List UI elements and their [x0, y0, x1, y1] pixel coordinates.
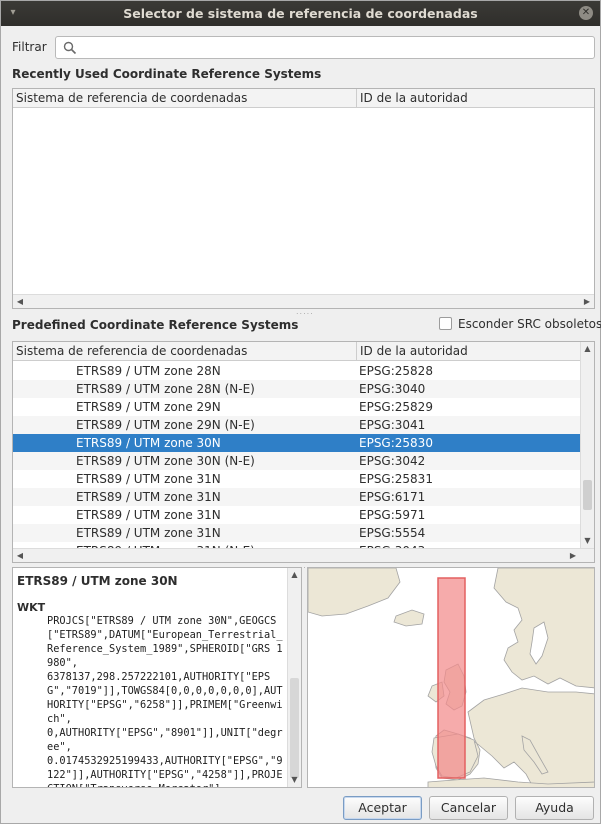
scroll-right-icon[interactable]: ▶ — [566, 549, 580, 562]
crs-row-list: ETRS89 / UTM zone 28N EPSG:25828 ETRS89 / … — [13, 362, 580, 549]
recent-col-authority[interactable]: ID de la autoridad — [356, 89, 594, 108]
scroll-right-icon[interactable]: ▶ — [580, 295, 594, 308]
crs-row-authority-id: EPSG:3042 — [359, 454, 426, 468]
recent-horizontal-scrollbar[interactable]: ◀ ▶ — [13, 294, 594, 308]
splitter-handle[interactable]: ..... — [296, 307, 314, 316]
crs-row-name: ETRS89 / UTM zone 31N — [76, 508, 221, 522]
predefined-horizontal-scrollbar[interactable]: ◀ ▶ — [13, 548, 594, 562]
crs-row[interactable]: ETRS89 / UTM zone 31N EPSG:5554 — [13, 524, 580, 542]
crs-row-authority-id: EPSG:25829 — [359, 400, 433, 414]
recent-col-crs[interactable]: Sistema de referencia de coordenadas — [13, 89, 357, 108]
hide-deprecated-checkbox[interactable] — [439, 317, 452, 330]
crs-row-name: ETRS89 / UTM zone 31N — [76, 472, 221, 486]
predefined-table-header: Sistema de referencia de coordenadas ID … — [13, 342, 580, 361]
crs-row-authority-id: EPSG:3040 — [359, 382, 426, 396]
predefined-vertical-scrollbar[interactable]: ▲ ▼ — [580, 342, 594, 548]
wkt-heading: WKT — [17, 601, 46, 614]
filter-input[interactable] — [82, 39, 590, 56]
wkt-text: PROJCS["ETRS89 / UTM zone 30N",GEOGCS["E… — [47, 615, 283, 787]
crs-row[interactable]: ETRS89 / UTM zone 30N EPSG:25830 — [13, 434, 580, 452]
accept-button[interactable]: Aceptar — [343, 796, 422, 820]
crs-row-name: ETRS89 / UTM zone 31N — [76, 526, 221, 540]
predefined-heading: Predefined Coordinate Reference Systems — [12, 318, 299, 332]
help-button[interactable]: Ayuda — [515, 796, 594, 820]
crs-row-name: ETRS89 / UTM zone 30N — [76, 436, 221, 450]
scroll-thumb[interactable] — [290, 678, 299, 778]
crs-row[interactable]: ETRS89 / UTM zone 28N EPSG:25828 — [13, 362, 580, 380]
close-icon[interactable]: ✕ — [579, 6, 593, 20]
crs-row[interactable]: ETRS89 / UTM zone 29N (N-E) EPSG:3041 — [13, 416, 580, 434]
crs-row-authority-id: EPSG:6171 — [359, 490, 426, 504]
scroll-up-icon[interactable]: ▲ — [288, 568, 301, 582]
recent-heading: Recently Used Coordinate Reference Syste… — [12, 67, 322, 81]
crs-row[interactable]: ETRS89 / UTM zone 31N EPSG:25831 — [13, 470, 580, 488]
recent-crs-table[interactable]: Sistema de referencia de coordenadas ID … — [12, 88, 595, 309]
predefined-col-crs[interactable]: Sistema de referencia de coordenadas — [13, 342, 357, 361]
search-icon — [63, 41, 77, 55]
filter-field[interactable] — [55, 36, 595, 59]
crs-row[interactable]: ETRS89 / UTM zone 28N (N-E) EPSG:3040 — [13, 380, 580, 398]
predefined-crs-table[interactable]: Sistema de referencia de coordenadas ID … — [12, 341, 595, 563]
crs-row-name: ETRS89 / UTM zone 30N (N-E) — [76, 454, 255, 468]
crs-row-name: ETRS89 / UTM zone 28N — [76, 364, 221, 378]
selected-crs-name: ETRS89 / UTM zone 30N — [17, 574, 178, 588]
crs-row-authority-id: EPSG:25828 — [359, 364, 433, 378]
crs-row-authority-id: EPSG:5971 — [359, 508, 426, 522]
crs-row-name: ETRS89 / UTM zone 28N (N-E) — [76, 382, 255, 396]
scroll-down-icon[interactable]: ▼ — [581, 534, 594, 548]
crs-selector-dialog: ▾ Selector de sistema de referencia de c… — [0, 0, 601, 824]
crs-row-authority-id: EPSG:25831 — [359, 472, 433, 486]
recent-table-header: Sistema de referencia de coordenadas ID … — [13, 89, 594, 108]
title-bar: ▾ Selector de sistema de referencia de c… — [1, 1, 600, 26]
crs-extent-map — [307, 567, 595, 788]
window-menu-icon[interactable]: ▾ — [8, 8, 18, 18]
crs-row-authority-id: EPSG:3041 — [359, 418, 426, 432]
crs-row-authority-id: EPSG:5554 — [359, 526, 426, 540]
crs-row[interactable]: ETRS89 / UTM zone 31N EPSG:5971 — [13, 506, 580, 524]
crs-row-authority-id: EPSG:25830 — [359, 436, 433, 450]
cancel-button[interactable]: Cancelar — [429, 796, 508, 820]
crs-row[interactable]: ETRS89 / UTM zone 29N EPSG:25829 — [13, 398, 580, 416]
scroll-down-icon[interactable]: ▼ — [288, 773, 301, 787]
crs-extent-rectangle — [437, 577, 466, 779]
scroll-left-icon[interactable]: ◀ — [13, 549, 27, 562]
filter-label: Filtrar — [12, 40, 47, 54]
scroll-up-icon[interactable]: ▲ — [581, 342, 594, 356]
crs-row-name: ETRS89 / UTM zone 29N (N-E) — [76, 418, 255, 432]
extent-map-canvas — [308, 568, 594, 787]
predefined-col-authority[interactable]: ID de la autoridad — [356, 342, 580, 361]
scroll-thumb[interactable] — [583, 480, 592, 510]
crs-row[interactable]: ETRS89 / UTM zone 30N (N-E) EPSG:3042 — [13, 452, 580, 470]
window-title: Selector de sistema de referencia de coo… — [123, 6, 478, 21]
crs-row[interactable]: ETRS89 / UTM zone 31N EPSG:6171 — [13, 488, 580, 506]
crs-row-name: ETRS89 / UTM zone 29N — [76, 400, 221, 414]
crs-row-name: ETRS89 / UTM zone 31N — [76, 490, 221, 504]
scroll-left-icon[interactable]: ◀ — [13, 295, 27, 308]
hide-deprecated-label[interactable]: Esconder SRC obsoletos — [458, 317, 601, 331]
crs-details-panel: ETRS89 / UTM zone 30N WKT PROJCS["ETRS89… — [12, 567, 302, 788]
details-vertical-scrollbar[interactable]: ▲ ▼ — [287, 568, 301, 787]
